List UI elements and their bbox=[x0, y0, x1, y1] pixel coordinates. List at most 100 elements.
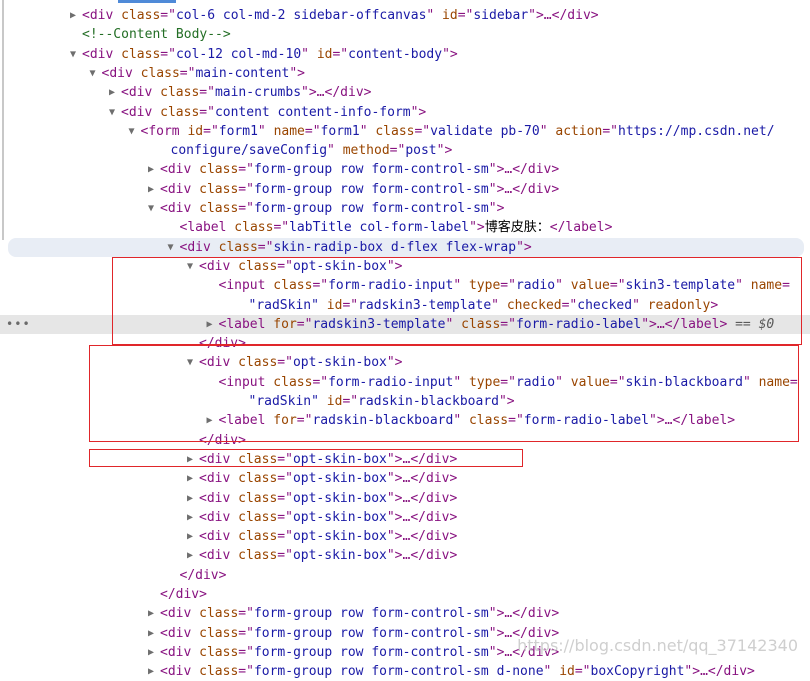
dom-node-row[interactable]: </div> bbox=[0, 334, 810, 353]
attribute-name[interactable]: id bbox=[327, 298, 343, 313]
attribute-name[interactable]: class bbox=[469, 413, 508, 428]
attribute-value[interactable]: post bbox=[405, 143, 436, 158]
attribute-value[interactable]: labTitle col-form-label bbox=[289, 220, 469, 235]
dom-node-row[interactable]: ▼ <div class="form-group row form-control… bbox=[0, 199, 810, 218]
attribute-name[interactable]: type bbox=[469, 278, 500, 293]
attribute-name[interactable]: class bbox=[238, 452, 277, 467]
attribute-name[interactable]: class bbox=[238, 548, 277, 563]
attribute-value[interactable]: main-crumbs bbox=[215, 85, 301, 100]
attribute-name[interactable]: class bbox=[199, 606, 238, 621]
attribute-name[interactable]: class bbox=[160, 105, 199, 120]
expand-arrow-icon[interactable]: ▶ bbox=[185, 508, 195, 527]
attribute-value[interactable]: opt-skin-box bbox=[293, 471, 387, 486]
dom-node-row[interactable]: ▼ <div class="col-12 col-md-10" id="conte… bbox=[0, 45, 810, 64]
attribute-name[interactable]: class bbox=[238, 471, 277, 486]
expand-arrow-icon[interactable]: ▶ bbox=[146, 662, 156, 681]
collapse-arrow-icon[interactable]: ▼ bbox=[146, 199, 156, 218]
attribute-name[interactable]: action bbox=[555, 124, 602, 139]
attribute-value[interactable]: sidebar bbox=[473, 8, 528, 23]
expand-arrow-icon[interactable]: ▶ bbox=[185, 527, 195, 546]
dom-node-row[interactable]: ▶ <div class="opt-skin-box">…</div> bbox=[0, 527, 810, 546]
attribute-value[interactable]: form-group row form-control-sm bbox=[254, 162, 489, 177]
attribute-name[interactable]: name bbox=[751, 278, 782, 293]
attribute-name[interactable]: id bbox=[442, 8, 458, 23]
collapse-arrow-icon[interactable]: ▼ bbox=[185, 353, 195, 372]
attribute-name[interactable]: id bbox=[187, 124, 203, 139]
dom-node-row[interactable]: ▶ <div class="main-crumbs">…</div> bbox=[0, 83, 810, 102]
dom-node-row[interactable]: ▶ <div class="opt-skin-box">…</div> bbox=[0, 489, 810, 508]
attribute-value[interactable]: form-group row form-control-sm bbox=[254, 201, 489, 216]
dom-node-row[interactable]: "radSkin" id="radskin3-template" checked… bbox=[0, 296, 810, 315]
attribute-name[interactable]: value bbox=[571, 375, 610, 390]
dom-node-row[interactable]: </div> bbox=[0, 566, 810, 585]
dom-node-row[interactable]: <!--Content Body--> bbox=[0, 25, 810, 44]
dom-node-row[interactable]: ▶ <label for="radskin-blackboard" class="… bbox=[0, 411, 810, 430]
attribute-value[interactable]: form-radio-label bbox=[524, 413, 649, 428]
attribute-value[interactable]: skin-radip-box d-flex flex-wrap bbox=[273, 240, 516, 255]
expand-arrow-icon[interactable]: ▶ bbox=[205, 315, 215, 334]
attribute-value[interactable]: col-12 col-md-10 bbox=[176, 47, 301, 62]
dom-node-row[interactable]: ▼ <div class="content content-info-form"> bbox=[0, 103, 810, 122]
attribute-value[interactable]: "radSkin" bbox=[249, 298, 319, 313]
attribute-value[interactable]: form-group row form-control-sm bbox=[254, 626, 489, 641]
dom-node-row[interactable]: ▼ <form id="form1" name="form1" class="va… bbox=[0, 122, 810, 141]
attribute-value[interactable]: radskin-blackboard bbox=[312, 413, 453, 428]
attribute-value[interactable]: configure/saveConfig bbox=[171, 143, 328, 158]
attribute-value[interactable]: form-radio-input bbox=[328, 278, 453, 293]
expand-arrow-icon[interactable]: ▶ bbox=[185, 546, 195, 565]
dom-node-row[interactable]: ▶ <div class="opt-skin-box">…</div> bbox=[0, 450, 810, 469]
collapse-arrow-icon[interactable]: ▼ bbox=[166, 238, 176, 257]
expand-arrow-icon[interactable]: ▶ bbox=[146, 624, 156, 643]
expand-arrow-icon[interactable]: ▶ bbox=[146, 180, 156, 199]
attribute-name[interactable]: class bbox=[461, 317, 500, 332]
attribute-name[interactable]: id bbox=[327, 394, 343, 409]
dom-node-row[interactable]: ▶ <div class="opt-skin-box">…</div> bbox=[0, 469, 810, 488]
attribute-name[interactable]: class bbox=[199, 645, 238, 660]
collapse-arrow-icon[interactable]: ▼ bbox=[127, 122, 137, 141]
attribute-value[interactable]: radskin-blackboard bbox=[358, 394, 499, 409]
attribute-name[interactable]: value bbox=[571, 278, 610, 293]
attribute-value[interactable]: col-6 col-md-2 sidebar-offcanvas bbox=[176, 8, 426, 23]
expand-arrow-icon[interactable]: ▶ bbox=[185, 450, 195, 469]
attribute-value[interactable]: boxCopyright bbox=[591, 664, 685, 679]
dom-node-row[interactable]: ▼ <div class="main-content"> bbox=[0, 64, 810, 83]
attribute-value[interactable]: form-radio-label bbox=[516, 317, 641, 332]
collapse-arrow-icon[interactable]: ▼ bbox=[68, 45, 78, 64]
attribute-value[interactable]: form-group row form-control-sm bbox=[254, 606, 489, 621]
attribute-value[interactable]: form-group row form-control-sm bbox=[254, 645, 489, 660]
attribute-name[interactable]: name bbox=[759, 375, 790, 390]
attribute-value[interactable]: opt-skin-box bbox=[293, 491, 387, 506]
collapse-arrow-icon[interactable]: ▼ bbox=[88, 64, 98, 83]
attribute-name[interactable]: class bbox=[199, 626, 238, 641]
attribute-name[interactable]: checked bbox=[507, 298, 562, 313]
collapse-arrow-icon[interactable]: ▼ bbox=[107, 103, 117, 122]
dom-node-row[interactable]: "radSkin" id="radskin-blackboard"> bbox=[0, 392, 810, 411]
attribute-value[interactable]: form-group row form-control-sm d-none bbox=[254, 664, 544, 679]
scrollbar[interactable] bbox=[2, 0, 4, 240]
attribute-value[interactable]: form1 bbox=[321, 124, 360, 139]
attribute-value[interactable]: checked bbox=[577, 298, 632, 313]
attribute-name[interactable]: for bbox=[273, 413, 296, 428]
attribute-name[interactable]: for bbox=[273, 317, 296, 332]
attribute-name[interactable]: class bbox=[273, 375, 312, 390]
attribute-value[interactable]: skin3-template bbox=[626, 278, 736, 293]
attribute-name[interactable]: readonly bbox=[648, 298, 711, 313]
dom-node-row[interactable]: ▶ <div class="form-group row form-control… bbox=[0, 604, 810, 623]
attribute-value[interactable]: opt-skin-box bbox=[293, 452, 387, 467]
attribute-name[interactable]: class bbox=[273, 278, 312, 293]
dom-node-row[interactable]: ▼ <div class="opt-skin-box"> bbox=[0, 353, 810, 372]
attribute-name[interactable]: class bbox=[199, 664, 238, 679]
attribute-value[interactable]: main-content bbox=[195, 66, 289, 81]
attribute-name[interactable]: class bbox=[234, 220, 273, 235]
attribute-value[interactable]: form-group row form-control-sm bbox=[254, 182, 489, 197]
more-actions-icon[interactable]: ••• bbox=[6, 315, 31, 334]
dom-node-row[interactable]: </div> bbox=[0, 431, 810, 450]
dom-node-row[interactable]: ▶ <div class="form-group row form-control… bbox=[0, 662, 810, 681]
attribute-value[interactable]: "radSkin" bbox=[249, 394, 319, 409]
attribute-name[interactable]: name bbox=[274, 124, 305, 139]
attribute-value[interactable]: radio bbox=[516, 278, 555, 293]
attribute-name[interactable]: class bbox=[199, 162, 238, 177]
attribute-value[interactable]: content content-info-form bbox=[215, 105, 411, 120]
expand-arrow-icon[interactable]: ▶ bbox=[146, 643, 156, 662]
attribute-value[interactable]: validate pb-70 bbox=[430, 124, 540, 139]
